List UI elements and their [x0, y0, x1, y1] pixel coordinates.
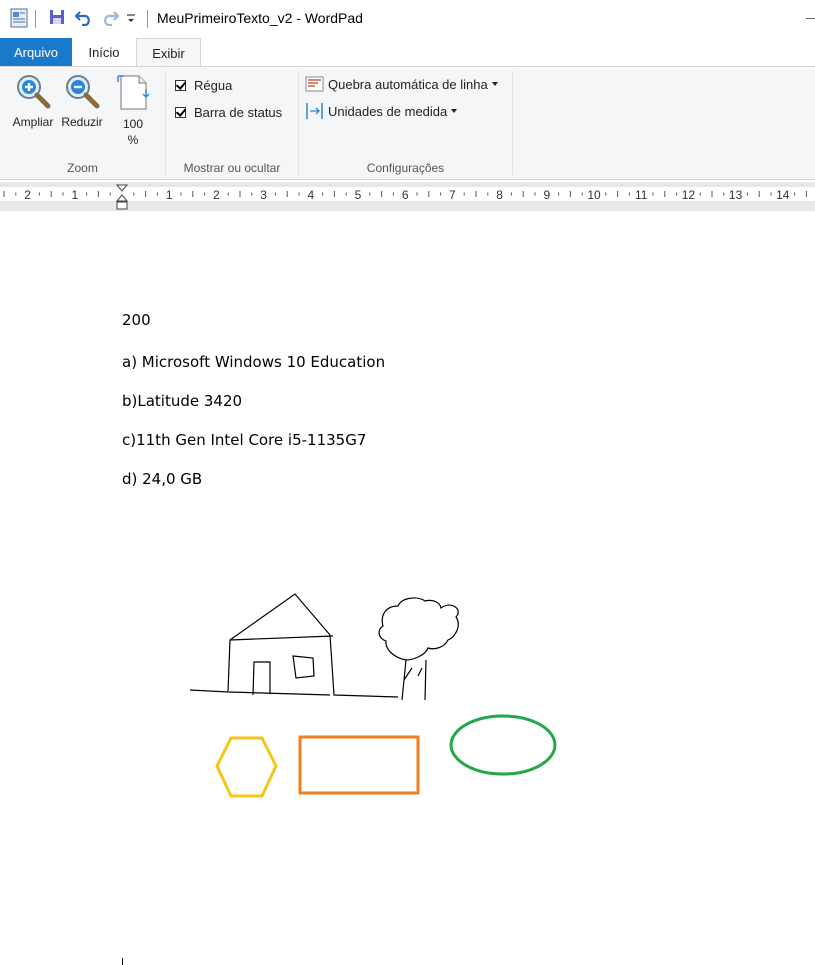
zoom-out-label: Reduzir — [61, 115, 103, 129]
statusbar-checkbox-label: Barra de status — [194, 105, 283, 120]
group-divider — [165, 71, 166, 175]
ruler-label: 6 — [402, 188, 409, 202]
hexagon-shape[interactable] — [215, 736, 278, 798]
ruler-label: 1 — [71, 188, 78, 202]
doc-line: d) 24,0 GB — [122, 470, 203, 488]
wordwrap-dropdown[interactable]: Quebra automática de linha — [305, 76, 498, 92]
rectangle-shape[interactable] — [298, 735, 420, 795]
minimize-button[interactable] — [806, 18, 815, 19]
redo-icon[interactable] — [101, 8, 120, 30]
ruler-label: 3 — [260, 188, 267, 202]
ruler-label: 12 — [682, 188, 696, 202]
embedded-drawing[interactable] — [180, 585, 580, 805]
tree-sketch — [378, 597, 459, 701]
ruler-units-icon — [306, 103, 323, 119]
indent-marker[interactable] — [115, 184, 129, 210]
units-dropdown[interactable]: Unidades de medida — [305, 102, 458, 120]
text-caret — [122, 958, 123, 965]
statusbar-checkbox-row[interactable]: Barra de status — [175, 105, 282, 120]
title-separator — [147, 10, 148, 28]
ruler-label: 13 — [729, 188, 743, 202]
chevron-down-icon — [451, 109, 458, 113]
ruler-label: 2 — [213, 188, 220, 202]
wordwrap-icon — [305, 76, 324, 92]
qa-separator — [35, 10, 36, 28]
ribbon-tabs: Arquivo Início Exibir — [0, 38, 815, 67]
zoom-100-button[interactable]: 100 % — [112, 73, 154, 148]
tab-arquivo[interactable]: Arquivo — [0, 38, 72, 67]
group-divider — [298, 71, 299, 175]
save-icon[interactable] — [49, 8, 65, 30]
zoom-out-icon — [66, 75, 100, 109]
ruler-label: 1 — [166, 188, 173, 202]
ruler[interactable]: 2 1 1 2 3 4 5 6 7 8 9 10 11 12 13 14 — [0, 182, 815, 211]
units-label: Unidades de medida — [328, 103, 448, 119]
house-sketch — [189, 593, 399, 698]
ruler-label: 5 — [355, 188, 362, 202]
doc-line: b)Latitude 3420 — [122, 392, 243, 410]
show-hide-group-label: Mostrar ou ocultar — [183, 161, 281, 175]
wordpad-app-icon[interactable] — [10, 8, 28, 30]
zoom-out-button[interactable]: Reduzir — [58, 73, 106, 130]
settings-group-label: Configurações — [366, 161, 445, 175]
page-100-icon — [117, 75, 150, 110]
statusbar-checkbox[interactable] — [175, 107, 186, 118]
title-bar: MeuPrimeiroTexto_v2 - WordPad — [0, 0, 815, 38]
ruler-checkbox[interactable] — [175, 80, 186, 91]
undo-icon[interactable] — [74, 8, 93, 30]
ruler-checkbox-label: Régua — [194, 78, 233, 93]
ellipse-shape[interactable] — [449, 714, 557, 776]
ribbon-panel: Ampliar Reduzir 100 % Zoom Régua Barra d… — [0, 66, 815, 180]
group-divider — [512, 71, 513, 175]
ruler-label: 2 — [24, 188, 31, 202]
ruler-label: 8 — [496, 188, 503, 202]
ruler-label: 9 — [543, 188, 550, 202]
customize-dropdown-icon[interactable] — [126, 12, 136, 34]
ruler-ticks: 2 1 1 2 3 4 5 6 7 8 9 10 11 12 13 14 — [3, 184, 807, 210]
zoom-group-label: Zoom — [67, 161, 98, 175]
ruler-label: 11 — [635, 188, 648, 202]
zoom-in-icon — [17, 75, 51, 109]
tab-exibir[interactable]: Exibir — [136, 38, 201, 67]
chevron-down-icon — [491, 82, 498, 86]
zoom-100-label: 100 — [122, 117, 144, 131]
doc-line: c)11th Gen Intel Core i5-1135G7 — [122, 431, 367, 449]
doc-line: 200 — [122, 311, 151, 329]
tab-inicio[interactable]: Início — [76, 38, 132, 67]
ruler-label: 14 — [776, 188, 790, 202]
window-title: MeuPrimeiroTexto_v2 - WordPad — [157, 10, 363, 26]
zoom-in-label: Ampliar — [12, 115, 54, 129]
zoom-in-button[interactable]: Ampliar — [8, 73, 58, 130]
doc-line: a) Microsoft Windows 10 Education — [122, 353, 386, 371]
ruler-checkbox-row[interactable]: Régua — [175, 78, 232, 93]
ruler-label: 4 — [307, 188, 314, 202]
wordwrap-label: Quebra automática de linha — [328, 76, 488, 92]
ruler-label: 7 — [449, 188, 456, 202]
zoom-100-percent: % — [127, 133, 139, 147]
ruler-label: 10 — [587, 188, 601, 202]
